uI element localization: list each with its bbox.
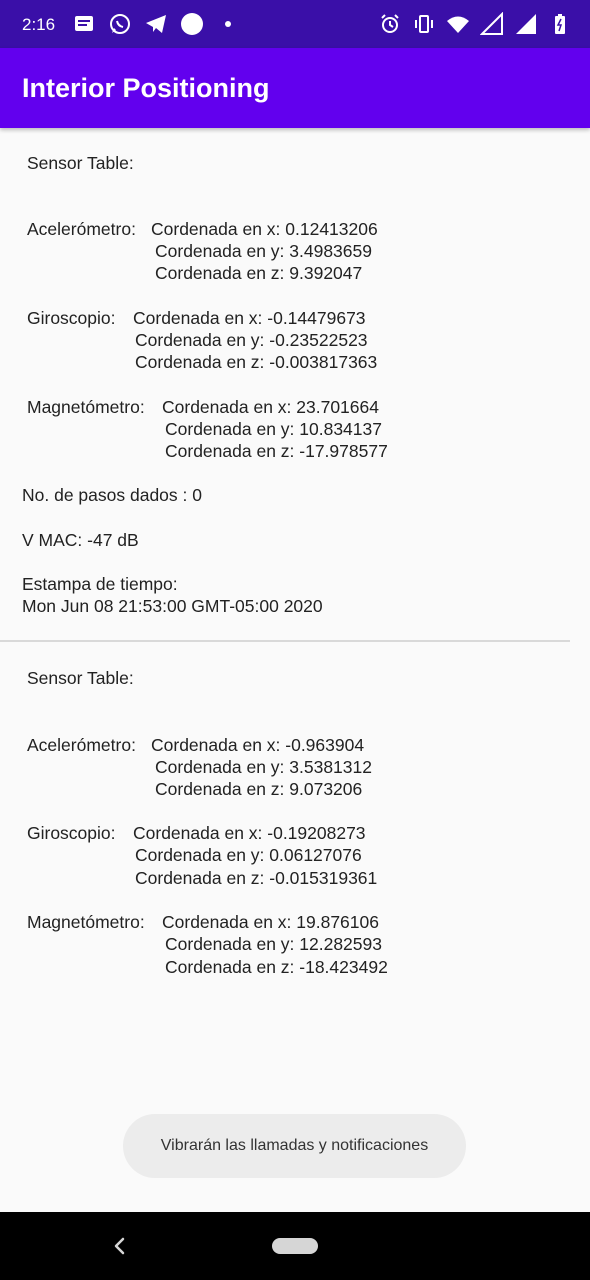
gyroscope-y: Cordenada en y: -0.23522523: [135, 330, 368, 350]
dot-icon: [225, 21, 231, 27]
message-icon: [75, 16, 93, 31]
telegram-icon: [146, 15, 166, 33]
magnetometer-z: Cordenada en z: -18.423492: [165, 957, 388, 977]
alarm-icon: [381, 14, 399, 33]
back-icon[interactable]: [108, 1234, 132, 1258]
navigation-bar: [0, 1212, 590, 1280]
signal-icon: [516, 14, 536, 34]
sensor-table-header: Sensor Table:: [27, 668, 134, 688]
accelerometer-x: Cordenada en x: -0.963904: [151, 735, 365, 755]
magnetometer-z: Cordenada en z: -17.978577: [165, 441, 388, 461]
status-left-icons: [72, 12, 240, 36]
gyroscope-y: Cordenada en y: 0.06127076: [135, 845, 362, 865]
steps-count: No. de pasos dados : 0: [22, 485, 202, 505]
battery-icon: [555, 14, 565, 34]
record-divider: [0, 640, 570, 642]
magnetometer-x: Cordenada en x: 23.701664: [162, 397, 379, 417]
whatsapp-icon: [110, 14, 130, 34]
accelerometer-z: Cordenada en z: 9.073206: [155, 779, 363, 799]
gyroscope-x: Cordenada en x: -0.14479673: [133, 308, 366, 328]
magnetometer-y: Cordenada en y: 12.282593: [165, 934, 382, 954]
gyroscope-z: Cordenada en z: -0.003817363: [135, 352, 378, 372]
app-bar: Interior Positioning: [0, 48, 590, 128]
status-right-icons: [378, 12, 572, 36]
gyroscope-label: Giroscopio:: [27, 308, 116, 328]
magnetometer-y: Cordenada en y: 10.834137: [165, 419, 382, 439]
accelerometer-y: Cordenada en y: 3.4983659: [155, 241, 372, 261]
gyroscope-z: Cordenada en z: -0.015319361: [135, 868, 378, 888]
magnetometer-label: Magnetómetro:: [27, 397, 145, 417]
home-pill-icon[interactable]: [272, 1238, 318, 1254]
accelerometer-z: Cordenada en z: 9.392047: [155, 263, 363, 283]
gyroscope-label: Giroscopio:: [27, 823, 116, 843]
wifi-icon: [447, 16, 469, 33]
circle-icon: [181, 13, 203, 35]
signal-icon: [480, 12, 503, 35]
magnetometer-label: Magnetómetro:: [27, 912, 145, 932]
timestamp-label: Estampa de tiempo:: [22, 574, 178, 594]
gyroscope-x: Cordenada en x: -0.19208273: [133, 823, 366, 843]
mac-strength: V MAC: -47 dB: [22, 530, 139, 550]
magnetometer-x: Cordenada en x: 19.876106: [162, 912, 379, 932]
vibrate-icon: [415, 15, 433, 33]
accelerometer-x: Cordenada en x: 0.12413206: [151, 219, 378, 239]
toast-notification: Vibrarán las llamadas y notificaciones: [123, 1114, 466, 1178]
status-bar: 2:16: [0, 0, 590, 48]
sensor-table-header: Sensor Table:: [27, 153, 134, 173]
toast-text: Vibrarán las llamadas y notificaciones: [160, 1137, 429, 1154]
accelerometer-y: Cordenada en y: 3.5381312: [155, 757, 372, 777]
timestamp-value: Mon Jun 08 21:53:00 GMT-05:00 2020: [22, 596, 323, 616]
status-time: 2:16: [22, 15, 56, 34]
accelerometer-label: Acelerómetro:: [27, 219, 136, 239]
accelerometer-label: Acelerómetro:: [27, 735, 136, 755]
app-title: Interior Positioning: [22, 73, 270, 103]
